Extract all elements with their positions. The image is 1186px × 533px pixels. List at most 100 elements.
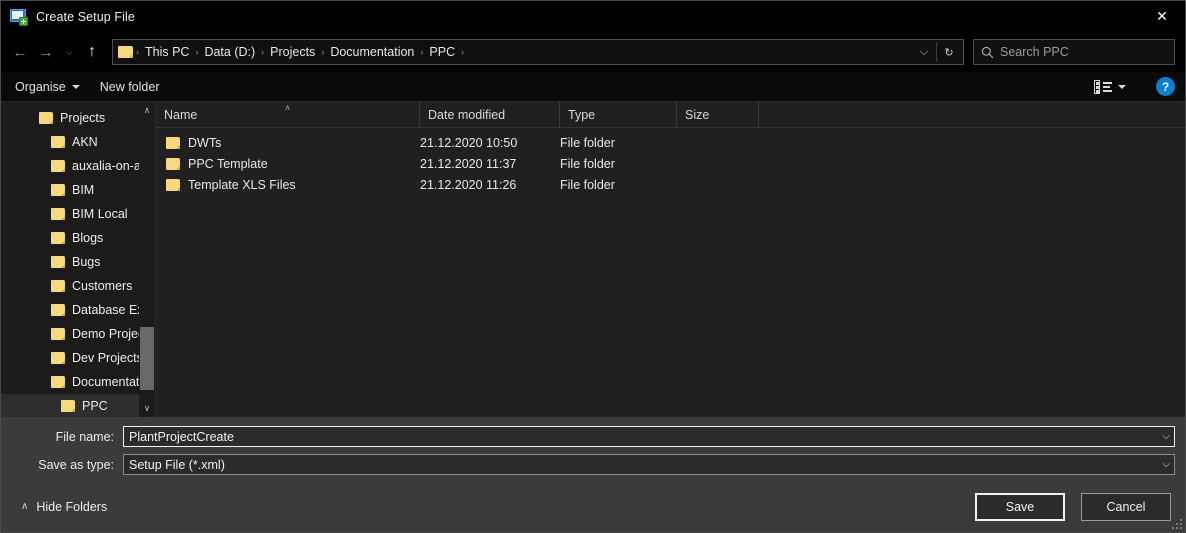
folder-icon (51, 208, 65, 220)
scroll-down-icon[interactable]: ∨ (139, 400, 155, 417)
column-label: Size (685, 107, 710, 122)
tree-item-customers[interactable]: Customers (1, 274, 155, 298)
address-bar[interactable]: › This PC › Data (D:) › Projects › Docum… (112, 39, 964, 65)
tree-item-bugs[interactable]: Bugs (1, 250, 155, 274)
search-box[interactable]: Search PPC (973, 39, 1175, 65)
tree-item-label: BIM (72, 183, 95, 197)
dialog-footer: File name: PlantProjectCreate ⌵ Save as … (1, 417, 1185, 532)
new-folder-label: New folder (99, 79, 160, 94)
tree-item-label: Projects (60, 111, 106, 125)
file-name-cell: PPC Template (156, 157, 420, 171)
tree-item-label: BIM Local (72, 207, 128, 221)
folder-icon (39, 112, 53, 124)
column-label: Name (164, 107, 198, 122)
tree-item-bim-local[interactable]: BIM Local (1, 202, 155, 226)
address-dropdown-icon[interactable]: ⌵ (912, 40, 936, 64)
breadcrumb-separator: › (461, 47, 465, 57)
column-label: Date modified (428, 107, 506, 122)
refresh-icon[interactable]: ↻ (937, 40, 961, 64)
tree-item-akn[interactable]: AKN (1, 130, 155, 154)
tree-item-bim[interactable]: BIM (1, 178, 155, 202)
search-icon (974, 46, 1000, 59)
save-as-type-select[interactable]: Setup File (*.xml) ⌵ (123, 454, 1175, 475)
tree-item-ppc[interactable]: PPC (1, 394, 155, 417)
tree-item-label: PPC (82, 399, 108, 413)
breadcrumb-projects[interactable]: Projects (265, 45, 320, 59)
folder-icon (51, 136, 65, 148)
chevron-down-icon[interactable]: ⌵ (1156, 459, 1170, 470)
column-label: Type (568, 107, 596, 122)
tree-item-blogs[interactable]: Blogs (1, 226, 155, 250)
chevron-down-icon[interactable]: ⌵ (1156, 431, 1170, 442)
file-name-label: DWTs (188, 135, 222, 150)
create-setup-file-icon (10, 8, 28, 26)
folder-icon (51, 304, 65, 316)
list-view-icon (1094, 79, 1112, 94)
tree-item-dev-projects[interactable]: Dev Projects (1, 346, 155, 370)
tree-item-demo-project[interactable]: Demo Project (1, 322, 155, 346)
save-button[interactable]: Save (975, 493, 1065, 521)
folder-icon (51, 352, 65, 364)
resize-grip[interactable] (1170, 517, 1182, 529)
organise-button[interactable]: Organise (15, 75, 90, 99)
file-name-cell: DWTs (156, 136, 420, 150)
tree-item-documentation[interactable]: Documentati (1, 370, 155, 394)
save-as-type-value: Setup File (*.xml) (129, 457, 225, 472)
column-header-size[interactable]: Size (677, 102, 759, 127)
folder-icon (118, 46, 133, 58)
view-mode-button[interactable] (1084, 75, 1136, 99)
hide-folders-label: Hide Folders (36, 500, 108, 514)
folder-icon (166, 157, 180, 170)
table-row[interactable]: Template XLS Files 21.12.2020 11:26 File… (156, 174, 1185, 195)
column-header-date-modified[interactable]: Date modified (420, 102, 560, 127)
tree-item-database-exp[interactable]: Database Exp (1, 298, 155, 322)
chevron-down-icon (1118, 84, 1126, 89)
recent-locations-button[interactable]: ⌵ (59, 39, 79, 65)
date-modified-cell: 21.12.2020 10:50 (420, 135, 518, 150)
folder-icon (51, 328, 65, 340)
window-title: Create Setup File (36, 9, 135, 24)
dialog-actions: ∧ Hide Folders Save Cancel (11, 482, 1175, 532)
search-input[interactable]: Search PPC (1000, 45, 1069, 59)
close-icon[interactable]: ✕ (1139, 1, 1185, 32)
tree-item-auxalia-on-ai[interactable]: auxalia-on-ai (1, 154, 155, 178)
folder-icon (51, 160, 65, 172)
folder-tree: Projects AKN auxalia-on-ai BIM BIM Local (1, 102, 155, 417)
table-row[interactable]: PPC Template 21.12.2020 11:37 File folde… (156, 153, 1185, 174)
breadcrumb-data-d[interactable]: Data (D:) (199, 45, 260, 59)
tree-item-label: Blogs (72, 231, 104, 245)
breadcrumb-this-pc[interactable]: This PC (140, 45, 194, 59)
help-button[interactable]: ? (1156, 77, 1175, 96)
breadcrumb-ppc[interactable]: PPC (424, 45, 460, 59)
new-folder-button[interactable]: New folder (90, 75, 170, 99)
file-name-label: Template XLS Files (188, 177, 296, 192)
scrollbar-thumb[interactable] (140, 327, 154, 390)
hide-folders-button[interactable]: ∧ Hide Folders (15, 496, 113, 518)
folder-icon (51, 256, 65, 268)
table-row[interactable]: DWTs 21.12.2020 10:50 File folder (156, 132, 1185, 153)
sidebar-scrollbar[interactable]: ∧ ∨ (139, 102, 155, 417)
column-header-name[interactable]: Name ∧ (156, 102, 420, 127)
file-name-label: File name: (55, 429, 114, 444)
type-cell: File folder (560, 156, 615, 171)
tree-item-label: Documentati (72, 375, 143, 389)
file-name-input[interactable]: PlantProjectCreate ⌵ (123, 426, 1175, 447)
sort-ascending-icon: ∧ (284, 103, 291, 112)
back-button[interactable]: ← (7, 39, 33, 65)
tree-item-projects[interactable]: Projects (1, 106, 155, 130)
type-cell: File folder (560, 135, 615, 150)
scrollbar-track[interactable] (139, 119, 155, 400)
up-button[interactable]: ↑ (79, 39, 105, 65)
column-header-type[interactable]: Type (560, 102, 677, 127)
title-bar: Create Setup File ✕ (1, 1, 1185, 32)
folder-icon (61, 400, 75, 412)
organise-label: Organise (15, 79, 66, 94)
scroll-up-icon[interactable]: ∧ (139, 102, 155, 119)
breadcrumb-documentation[interactable]: Documentation (325, 45, 419, 59)
folder-icon (51, 280, 65, 292)
file-name-label: PPC Template (188, 156, 268, 171)
folder-icon (166, 178, 180, 191)
cancel-button[interactable]: Cancel (1081, 493, 1171, 521)
forward-button[interactable]: → (33, 39, 59, 65)
tree-item-label: Customers (72, 279, 133, 293)
